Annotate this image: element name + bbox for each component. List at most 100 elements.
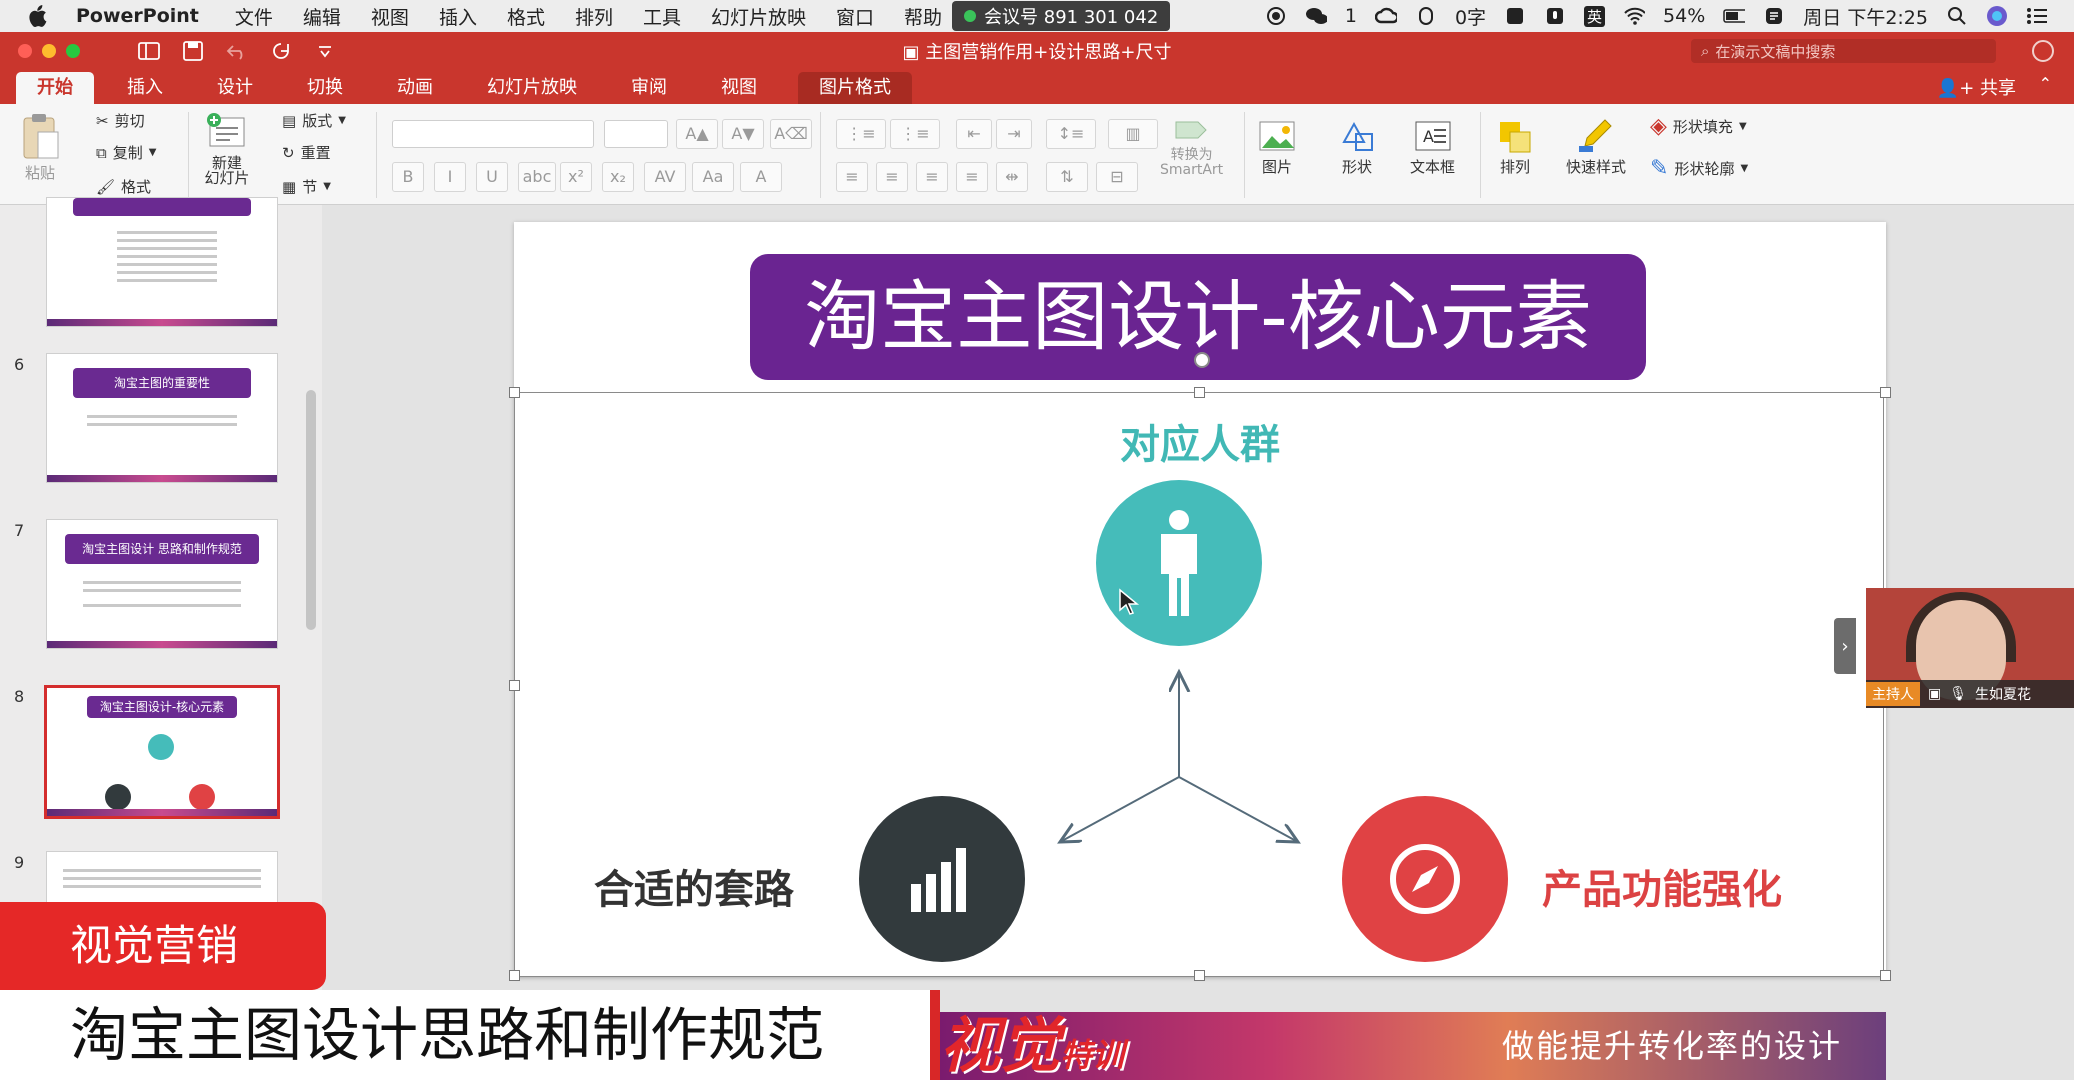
- tab-insert[interactable]: 插入: [106, 72, 184, 104]
- tab-animations[interactable]: 动画: [376, 72, 454, 104]
- convert-smartart-button[interactable]: 转换为 SmartArt: [1160, 118, 1223, 178]
- columns-button[interactable]: ▥: [1108, 119, 1158, 149]
- shape-outline-button[interactable]: ✎ 形状轮廓 ▼: [1650, 156, 1748, 181]
- clear-formatting-button[interactable]: A⌫: [770, 119, 812, 149]
- wechat-icon[interactable]: [1305, 5, 1327, 27]
- cut-button[interactable]: ✂ 剪切: [96, 110, 145, 131]
- resize-handle[interactable]: [1880, 970, 1891, 981]
- app-menu-powerpoint[interactable]: PowerPoint: [76, 5, 199, 27]
- sidebar-toggle-icon[interactable]: [138, 41, 160, 61]
- tab-transitions[interactable]: 切换: [286, 72, 364, 104]
- menu-file[interactable]: 文件: [235, 3, 273, 30]
- tab-view[interactable]: 视图: [700, 72, 778, 104]
- decrease-font-button[interactable]: A▼: [722, 119, 764, 149]
- picture-button[interactable]: 图片: [1256, 116, 1298, 177]
- justify-button[interactable]: ≡: [956, 162, 988, 192]
- increase-font-button[interactable]: A▲: [676, 119, 718, 149]
- collapse-ribbon-icon[interactable]: ⌃: [2039, 74, 2052, 93]
- vpn-icon[interactable]: [1415, 5, 1437, 27]
- suitable-approach-label[interactable]: 合适的套路: [594, 857, 834, 915]
- share-button[interactable]: 👤+ 共享: [1937, 74, 2016, 100]
- resize-handle[interactable]: [509, 970, 520, 981]
- notes-icon[interactable]: [1763, 5, 1785, 27]
- close-window-button[interactable]: [18, 44, 32, 58]
- tab-review[interactable]: 审阅: [610, 72, 688, 104]
- battery-icon[interactable]: [1723, 5, 1746, 27]
- menu-arrange[interactable]: 排列: [575, 3, 613, 30]
- apple-icon[interactable]: [26, 5, 48, 27]
- thumbnail-scrollbar[interactable]: [306, 390, 316, 630]
- bullets-button[interactable]: ⋮≡: [836, 119, 886, 149]
- change-case-button[interactable]: Aa: [692, 162, 734, 192]
- shape-fill-button[interactable]: ◈ 形状填充 ▼: [1650, 114, 1747, 139]
- clock[interactable]: 周日 下午2:25: [1803, 3, 1928, 30]
- customize-toolbar-icon[interactable]: [314, 41, 336, 61]
- textbox-button[interactable]: A 文本框: [1410, 116, 1455, 177]
- slide-thumbnail[interactable]: [46, 197, 278, 327]
- menu-view[interactable]: 视图: [371, 3, 409, 30]
- paste-button[interactable]: 粘贴: [18, 112, 62, 183]
- person-circle[interactable]: [1096, 480, 1262, 646]
- product-function-label[interactable]: 产品功能强化: [1542, 857, 1862, 915]
- rotate-handle-icon[interactable]: [1194, 352, 1210, 368]
- notification-center-icon[interactable]: [2026, 5, 2048, 27]
- new-slide-button[interactable]: 新建 幻灯片: [204, 110, 250, 186]
- reset-button[interactable]: ↻ 重置: [282, 142, 331, 163]
- arrange-button[interactable]: 排列: [1494, 116, 1536, 177]
- distribute-button[interactable]: ⇹: [996, 162, 1028, 192]
- zoom-window-button[interactable]: [66, 44, 80, 58]
- menu-edit[interactable]: 编辑: [303, 3, 341, 30]
- resize-handle[interactable]: [509, 680, 520, 691]
- slide-thumbnail-selected[interactable]: 淘宝主图设计-核心元素: [44, 685, 280, 819]
- redo-icon[interactable]: [270, 41, 292, 61]
- resize-handle[interactable]: [509, 387, 520, 398]
- menu-format[interactable]: 格式: [507, 3, 545, 30]
- presenter-video[interactable]: 主持人 ▣ 🎙 生如夏花: [1866, 588, 2074, 708]
- subscript-button[interactable]: x₂: [602, 162, 634, 192]
- font-color-button[interactable]: A: [740, 162, 782, 192]
- shape-button[interactable]: 形状: [1336, 116, 1378, 177]
- strikethrough-button[interactable]: abc: [518, 162, 556, 192]
- menu-window[interactable]: 窗口: [836, 3, 874, 30]
- menu-insert[interactable]: 插入: [439, 3, 477, 30]
- feedback-smiley-icon[interactable]: [2032, 40, 2054, 62]
- slide-thumbnail[interactable]: 淘宝主图设计 思路和制作规范: [46, 519, 278, 649]
- align-text-button[interactable]: ⊟: [1096, 162, 1138, 192]
- menu-tools[interactable]: 工具: [643, 3, 681, 30]
- line-spacing-button[interactable]: ↕≡: [1046, 119, 1096, 149]
- slide-thumbnail[interactable]: 淘宝主图的重要性: [46, 353, 278, 483]
- text-direction-button[interactable]: ⇅: [1046, 162, 1088, 192]
- target-audience-label[interactable]: 对应人群: [1050, 412, 1350, 470]
- meeting-badge[interactable]: 会议号 891 301 042: [952, 1, 1171, 31]
- mic-app-icon[interactable]: [1544, 5, 1566, 27]
- minimize-window-button[interactable]: [42, 44, 56, 58]
- undo-icon[interactable]: [226, 41, 248, 61]
- tab-slideshow[interactable]: 幻灯片放映: [466, 72, 598, 104]
- menu-help[interactable]: 帮助: [904, 3, 942, 30]
- creative-cloud-icon[interactable]: [1374, 5, 1397, 27]
- increase-indent-button[interactable]: ⇥: [996, 119, 1032, 149]
- bold-button[interactable]: B: [392, 162, 424, 192]
- align-left-button[interactable]: ≡: [836, 162, 868, 192]
- siri-icon[interactable]: [1986, 5, 2008, 27]
- keyboard-icon[interactable]: [1504, 5, 1526, 27]
- quick-styles-button[interactable]: 快速样式: [1566, 116, 1626, 177]
- copy-button[interactable]: ⧉ 复制 ▼: [96, 142, 156, 163]
- tab-home[interactable]: 开始: [16, 72, 94, 104]
- superscript-button[interactable]: x²: [560, 162, 592, 192]
- align-center-button[interactable]: ≡: [876, 162, 908, 192]
- save-icon[interactable]: [182, 41, 204, 61]
- underline-button[interactable]: U: [476, 162, 508, 192]
- font-size-select[interactable]: [604, 120, 668, 148]
- tab-design[interactable]: 设计: [196, 72, 274, 104]
- format-painter-button[interactable]: 🖌 格式: [96, 176, 151, 197]
- input-method[interactable]: 英: [1584, 5, 1606, 27]
- resize-handle[interactable]: [1880, 387, 1891, 398]
- decrease-indent-button[interactable]: ⇤: [956, 119, 992, 149]
- numbering-button[interactable]: ⋮≡: [890, 119, 940, 149]
- layout-button[interactable]: ▤ 版式 ▼: [282, 110, 346, 131]
- italic-button[interactable]: I: [434, 162, 466, 192]
- char-spacing-button[interactable]: AV: [644, 162, 686, 192]
- compass-circle[interactable]: [1342, 796, 1508, 962]
- resize-handle[interactable]: [1194, 970, 1205, 981]
